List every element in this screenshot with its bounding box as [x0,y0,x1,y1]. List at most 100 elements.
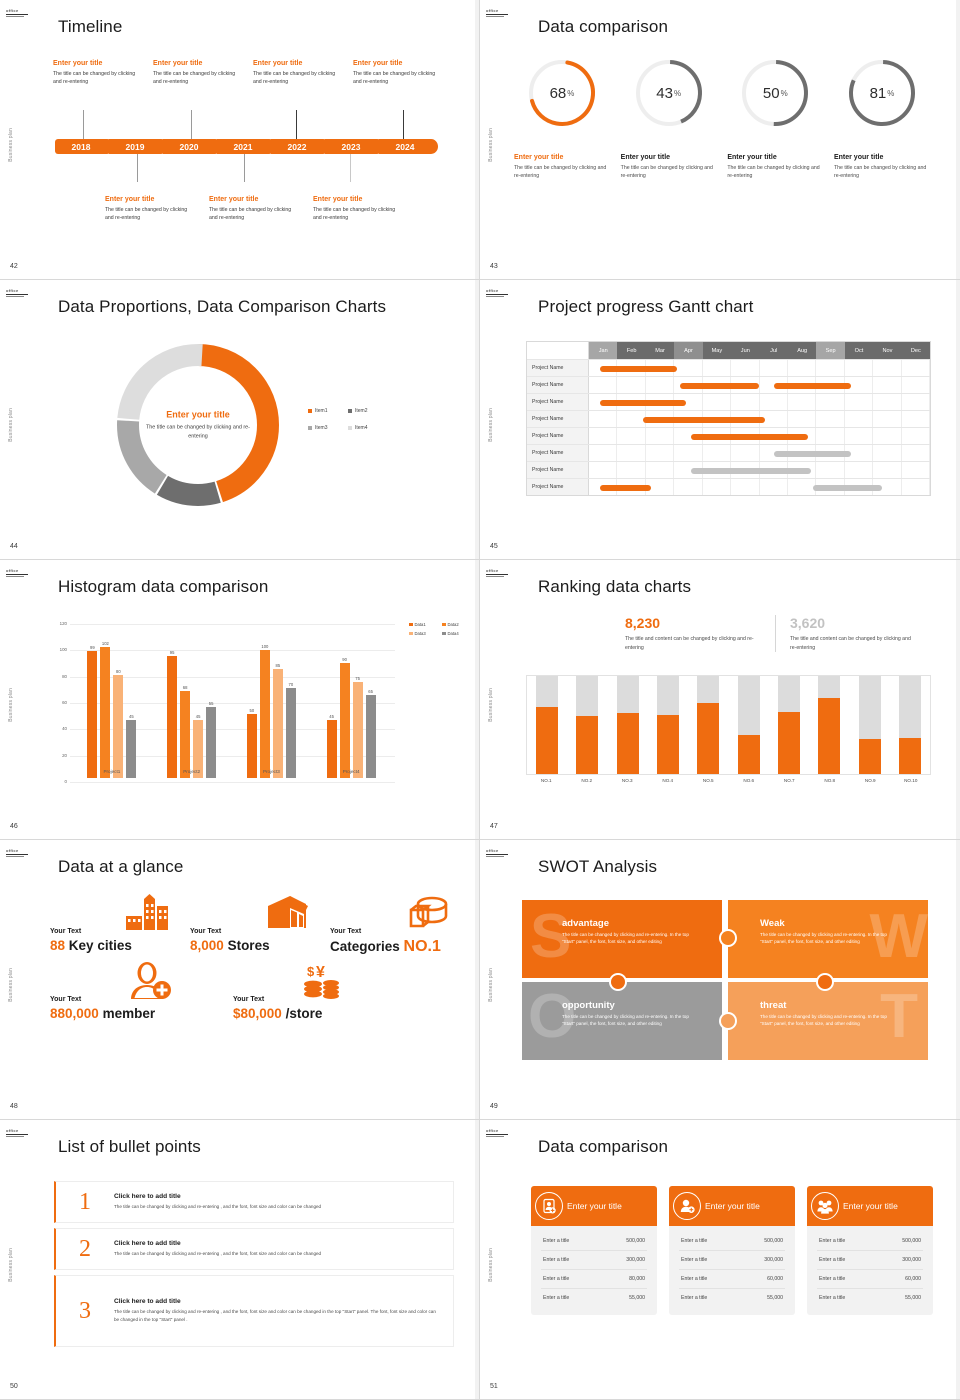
gantt-bar[interactable] [642,416,765,423]
histogram-bar[interactable]: 102 [100,641,111,778]
gantt-bar[interactable] [691,433,808,440]
histogram-bar[interactable]: 70 [285,682,296,778]
bullet-row[interactable]: 3 Click here to add title The title can … [54,1275,454,1347]
gantt-bar[interactable] [813,484,882,491]
histogram-bar[interactable]: 90 [339,657,350,778]
ranking-stat-text: The title and content can be changed by … [790,636,911,651]
ring-value-number: 81 [869,84,887,102]
histogram-bar[interactable]: 50 [246,708,257,778]
histogram-bar[interactable]: 100 [259,644,270,778]
timeline-connector [137,154,138,182]
glance-suffix: Stores [227,938,270,953]
office-logo: office [486,1128,508,1137]
ranking-track [898,676,921,774]
legend-label: Item2 [355,408,368,414]
bullet-row[interactable]: 2 Click here to add title The title can … [54,1228,454,1270]
histogram-bar[interactable]: 45 [326,714,337,778]
gantt-bar[interactable] [600,484,652,491]
bar-value: 95 [169,650,175,656]
card-row-label: Enter a title [543,1295,570,1301]
timeline-year-2024[interactable]: 2024 [379,139,438,154]
card-header[interactable]: Enter your title [669,1186,795,1226]
histogram-bar[interactable]: 99 [87,645,98,778]
bullet-row[interactable]: 1 Click here to add title The title can … [54,1181,454,1223]
ring-title: Enter your title [833,154,884,161]
gantt-bar[interactable] [773,382,851,389]
ranking-bar[interactable] [536,707,559,774]
ranking-bar[interactable] [697,703,720,774]
ranking-bar[interactable] [898,737,921,774]
histogram-bar[interactable]: 68 [180,685,191,778]
gantt-row: Project Name [527,376,931,393]
ranking-bar[interactable] [616,713,639,774]
legend-swatch [409,631,413,636]
ranking-bar[interactable] [576,716,599,774]
timeline-item-title: Enter your title [53,60,103,67]
timeline-year-2021[interactable]: 2021 [217,139,276,154]
swot-quadrant-opportunity[interactable]: O opportunity The title can be changed b… [522,982,722,1060]
bar-value: 55 [208,701,214,707]
timeline-item-text: The title can be changed by clicking and… [153,71,236,85]
page-title: Data Proportions, Data Comparison Charts [58,297,387,316]
card-header[interactable]: Enter your title [531,1186,657,1226]
ranking-bar[interactable] [858,738,881,774]
slide-data-proportions: office Business plan Data Proportions, D… [0,280,480,560]
timeline-year-2019[interactable]: 2019 [109,139,168,154]
ring-gauge-group: 68% Enter your title The title can be ch… [512,56,932,180]
histogram-bar[interactable]: 80 [113,669,124,778]
timeline-year-2023[interactable]: 2023 [325,139,384,154]
timeline-year-2018[interactable]: 2018 [55,139,114,154]
glance-value: 8,000 Stores [190,938,310,953]
timeline-year-bar: 2018 2019 2020 2021 2022 2023 2024 [55,139,438,154]
swot-text: The title can be changed by clicking and… [760,1014,887,1027]
glance-number: $80,000 [233,1006,282,1021]
gantt-month-jan: Jan [589,342,618,359]
bar-value: 68 [182,684,188,690]
histogram-bar[interactable]: 65 [365,689,376,778]
ranking-column [890,676,930,774]
card-row: Enter a title 80,000 [541,1270,647,1289]
gantt-bar[interactable] [691,467,811,474]
gantt-bar[interactable] [680,382,760,389]
gantt-bar[interactable] [773,450,851,457]
card-row-value: 500,000 [764,1238,783,1244]
swot-quadrant-weakness[interactable]: W Weak The title can be changed by click… [728,900,928,978]
bullet-title: Click here to add title [114,1298,181,1305]
card-row: Enter a title 60,000 [679,1270,785,1289]
histogram-group: 99 102 80 45 Project1 [72,624,152,778]
gantt-bar[interactable] [600,365,677,372]
card-row-value: 60,000 [905,1276,921,1282]
legend-label: Data4 [447,631,459,636]
card-row-value: 500,000 [902,1238,921,1244]
ranking-label: NO.10 [904,778,918,783]
bullet-text: The title can be changed by clicking and… [114,1309,436,1322]
ranking-bar[interactable] [818,697,841,774]
histogram-bar[interactable]: 85 [272,663,283,778]
card-row-label: Enter a title [681,1276,708,1282]
office-logo: office [6,288,28,297]
card-header[interactable]: Enter your title [807,1186,933,1226]
swot-quadrant-threat[interactable]: T threat The title can be changed by cli… [728,982,928,1060]
timeline-item-title: Enter your title [313,196,363,203]
histogram-bar[interactable]: 95 [167,650,178,778]
card-row-value: 55,000 [767,1295,783,1301]
histogram-bar[interactable]: 45 [126,714,137,778]
gantt-row-label: Project Name [527,445,589,461]
swot-quadrant-strength[interactable]: S advantage The title can be changed by … [522,900,722,978]
gantt-bar[interactable] [600,399,686,406]
office-logo: office [486,8,508,17]
gantt-row: Project Name [527,410,931,427]
slide-deck: office Business plan Timeline Enter your… [0,0,960,1400]
bullet-number: 2 [79,1235,91,1262]
y-tick: 60 [62,699,67,705]
histogram-bar[interactable]: 55 [206,701,217,778]
users-group-icon [811,1192,839,1220]
ranking-bar[interactable] [657,715,680,774]
ranking-bar[interactable] [777,712,800,774]
ranking-bar[interactable] [737,734,760,774]
timeline-year-2020[interactable]: 2020 [163,139,222,154]
logo-bar-secondary [6,856,24,857]
city-buildings-icon [124,894,170,937]
histogram-bar[interactable]: 75 [352,676,363,778]
timeline-year-2022[interactable]: 2022 [271,139,330,154]
